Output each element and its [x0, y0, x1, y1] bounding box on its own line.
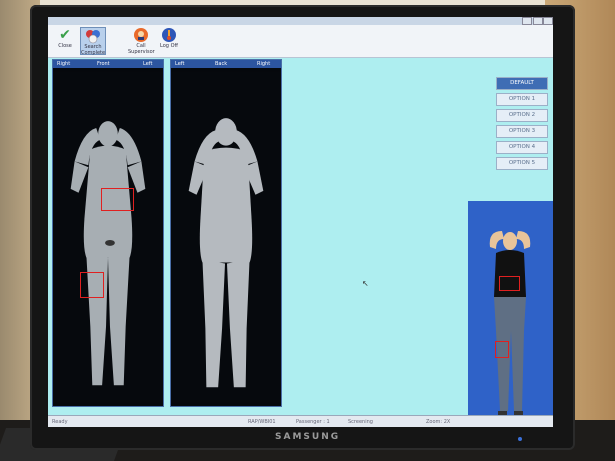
call-supervisor-icon	[133, 27, 149, 43]
station-id: RAP/WBI01	[248, 419, 276, 425]
status-bar: Ready RAP/WBI01 Passenger : 1 Screening …	[48, 415, 553, 427]
option-list: DEFAULT OPTION 1 OPTION 2 OPTION 3 OPTIO…	[496, 77, 550, 173]
avatar-detection-chest[interactable]	[499, 276, 520, 291]
back-center-label: Back	[215, 61, 228, 67]
back-left-label: Left	[175, 61, 185, 67]
close-button[interactable]: ✔ Close	[52, 27, 78, 55]
front-center-label: Front	[97, 61, 110, 67]
detection-box-thigh[interactable]	[80, 272, 104, 298]
call-supervisor-label: Call Supervisor	[128, 43, 155, 55]
option-1[interactable]: OPTION 1	[496, 93, 548, 106]
search-complete-label: Search Complete	[81, 44, 106, 56]
back-right-label: Right	[257, 61, 271, 67]
power-led	[518, 437, 522, 441]
log-off-icon	[161, 27, 177, 43]
avatar-detection-thigh[interactable]	[495, 341, 509, 358]
status-text: Ready	[52, 419, 68, 425]
zoom-level: Zoom: 2X	[426, 419, 451, 425]
close-label: Close	[58, 43, 72, 49]
call-supervisor-button[interactable]: Call Supervisor	[128, 27, 155, 55]
mode-text: Screening	[348, 419, 373, 425]
screen: ✔ Close Search Complete Call Supervisor	[48, 17, 553, 427]
back-scan-header: Left Back Right	[171, 60, 281, 68]
front-scan-header: Right Front Left	[53, 60, 163, 68]
avatar-figure[interactable]	[468, 201, 553, 427]
monitor-brand-logo: SAMSUNG	[275, 432, 341, 442]
detection-box-chest[interactable]	[101, 188, 134, 211]
avatar-panel	[468, 201, 553, 427]
back-scan-panel: Left Back Right	[170, 59, 282, 407]
back-body-scan-image[interactable]	[171, 68, 281, 406]
option-5[interactable]: OPTION 5	[496, 157, 548, 170]
front-scan-panel: Right Front Left	[52, 59, 164, 407]
check-icon: ✔	[59, 27, 71, 43]
option-default[interactable]: DEFAULT	[496, 77, 548, 90]
search-complete-button[interactable]: Search Complete	[80, 27, 106, 56]
option-3[interactable]: OPTION 3	[496, 125, 548, 138]
passenger-count: Passenger : 1	[296, 419, 330, 425]
maximize-button[interactable]	[533, 17, 543, 25]
close-window-button[interactable]	[543, 17, 553, 25]
log-off-label: Log Off	[160, 43, 178, 49]
minimize-button[interactable]	[522, 17, 532, 25]
option-2[interactable]: OPTION 2	[496, 109, 548, 122]
toolbar: ✔ Close Search Complete Call Supervisor	[48, 25, 553, 58]
mouse-cursor-icon: ↖	[362, 279, 369, 288]
front-right-label: Left	[143, 61, 153, 67]
front-left-label: Right	[57, 61, 71, 67]
log-off-button[interactable]: Log Off	[156, 27, 182, 55]
title-bar	[48, 17, 553, 25]
option-4[interactable]: OPTION 4	[496, 141, 548, 154]
front-body-scan-image[interactable]	[53, 68, 163, 406]
search-complete-icon	[85, 28, 101, 44]
monitor: ✔ Close Search Complete Call Supervisor	[30, 5, 575, 450]
